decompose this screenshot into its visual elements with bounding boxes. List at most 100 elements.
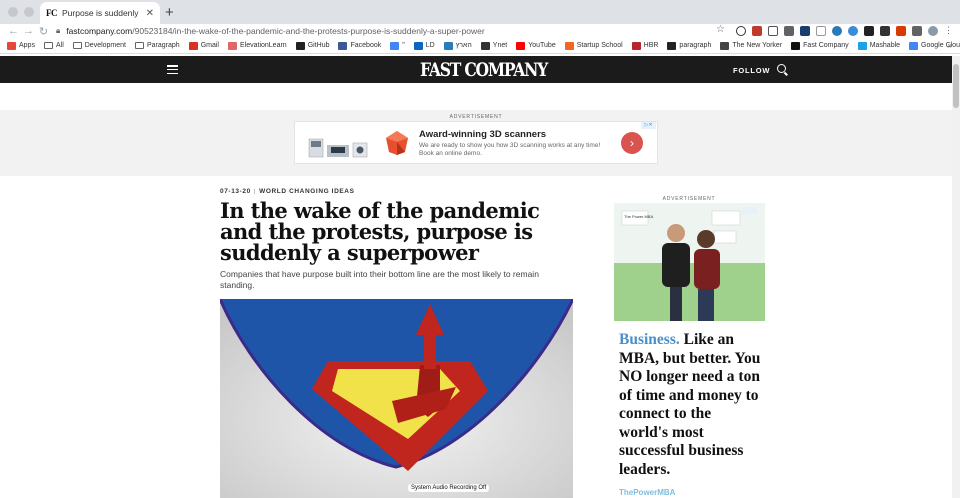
browser-tabstrip: FC Purpose is suddenly a superpo ✕ + — [0, 0, 960, 24]
bookmark-label: Startup School — [576, 42, 623, 49]
site-header: FAST COMPANY FOLLOW — [0, 56, 952, 83]
bookmark-item[interactable]: " — [390, 41, 405, 50]
side-ad-body: Like an MBA, but better. You NO longer n… — [619, 331, 761, 478]
bookmark-item[interactable]: HBR — [631, 41, 659, 50]
bookmark-item[interactable]: הארץ — [443, 41, 472, 50]
newyorker-icon — [720, 41, 730, 50]
ynet-icon — [480, 41, 490, 50]
scanner-product-image — [308, 138, 368, 158]
github-icon — [295, 41, 305, 50]
puzzle-extensions-icon[interactable] — [912, 26, 922, 36]
bookmark-item[interactable]: ElevationLearn — [227, 41, 287, 50]
close-window-button[interactable] — [8, 7, 18, 17]
bookmark-item[interactable]: The New Yorker — [720, 41, 782, 50]
back-arrow-icon[interactable]: ← — [6, 25, 21, 37]
bookmark-item[interactable]: Ynet — [480, 41, 507, 50]
bookmark-label: HBR — [643, 42, 659, 49]
red-extension-icon[interactable] — [752, 26, 762, 36]
bookmark-item[interactable]: Mashable — [857, 41, 901, 50]
translate-icon — [390, 41, 400, 50]
top-ad-banner[interactable]: Award-winning 3D scanners We are ready t… — [294, 121, 658, 164]
folder-icon — [135, 42, 144, 49]
bookmark-label: Paragraph — [147, 42, 180, 49]
bookmark-item[interactable]: Apps — [7, 41, 35, 50]
bookmark-item[interactable]: Startup School — [564, 41, 623, 50]
adchoices-icon[interactable]: ▷✕ — [641, 122, 656, 129]
article-section[interactable]: WORLD CHANGING IDEAS — [259, 188, 354, 195]
bookmark-label: Fast Company — [803, 42, 849, 49]
new-tab-button[interactable]: + — [165, 4, 174, 21]
side-ad-copy: Business. Like an MBA, but better. You N… — [619, 331, 764, 479]
bookmark-item[interactable]: Google Cloud Plat... — [909, 41, 960, 50]
minimize-window-button[interactable] — [24, 7, 34, 17]
bookmark-item[interactable]: YouTube — [516, 41, 556, 50]
side-ad-photo — [614, 203, 765, 321]
search-icon[interactable] — [777, 64, 786, 73]
url-field[interactable]: 🔒︎ fastcompany.com/90523184/in-the-wake-… — [56, 24, 736, 38]
gmail-icon — [188, 41, 198, 50]
folder-icon — [43, 42, 53, 49]
facebook-icon — [338, 41, 348, 50]
block-extension-icon[interactable] — [736, 26, 746, 36]
doc-extension-icon[interactable] — [816, 26, 826, 36]
bookmark-label: Google Cloud Plat... — [921, 42, 960, 49]
scrollbar-thumb[interactable] — [953, 64, 959, 108]
article-date: 07-13-20 — [220, 188, 251, 195]
bookmark-label: Development — [84, 42, 126, 49]
bookmark-item[interactable]: Development — [72, 42, 126, 49]
globe-extension-icon[interactable] — [848, 26, 858, 36]
dark-extension-icon[interactable] — [800, 26, 810, 36]
close-tab-icon[interactable]: ✕ — [146, 8, 154, 19]
bookmark-item[interactable]: paragraph — [667, 41, 711, 50]
hamburger-menu-icon[interactable] — [167, 65, 178, 74]
more-bookmarks-button[interactable]: » — [948, 41, 952, 50]
bookmark-label: YouTube — [528, 42, 556, 49]
bookmark-item[interactable]: Paragraph — [135, 42, 180, 49]
url-host: fastcompany.com — [66, 26, 133, 36]
bookmark-item[interactable]: Gmail — [188, 41, 219, 50]
bookmark-star-icon[interactable]: ☆ — [716, 24, 725, 35]
top-ad-label: ADVERTISEMENT — [449, 114, 503, 120]
side-ad-brand: ThePowerMBA — [619, 488, 676, 497]
blue-extension-icon[interactable] — [832, 26, 842, 36]
article-dek: Companies that have purpose built into t… — [220, 269, 539, 290]
bookmark-label: הארץ — [455, 42, 472, 49]
reload-icon[interactable]: ↻ — [36, 25, 51, 38]
browser-tab-active[interactable]: FC Purpose is suddenly a superpo ✕ — [40, 2, 160, 24]
bookmark-item[interactable]: Facebook — [338, 41, 381, 50]
3d-model-gem-icon — [386, 131, 408, 155]
bookmark-item[interactable]: LD — [413, 41, 435, 50]
page-scrollbar[interactable] — [952, 56, 960, 498]
follow-button[interactable]: FOLLOW — [733, 66, 770, 75]
menu-kebab-icon[interactable]: ⋮ — [944, 26, 953, 36]
bookmark-item[interactable]: Fast Company — [791, 41, 849, 50]
photo-sign-text: The Power MBA — [624, 214, 654, 219]
youtube-icon — [516, 41, 526, 50]
recording-notice: System Audio Recording Off — [408, 484, 490, 492]
bookmark-item[interactable]: All — [43, 42, 64, 49]
profile-avatar-icon[interactable] — [928, 26, 938, 36]
bookmark-label: All — [55, 42, 64, 49]
article-meta: 07-13-20 | WORLD CHANGING IDEAS — [220, 188, 355, 195]
black-extension-icon[interactable] — [864, 26, 874, 36]
linkedin-icon — [413, 41, 423, 50]
side-ad[interactable]: The Power MBA Business. Like an MBA, but… — [614, 203, 765, 498]
mashable-icon — [857, 41, 867, 50]
top-ad-arrow-icon[interactable]: › — [621, 132, 643, 154]
bookmark-label: GitHub — [307, 42, 330, 49]
apps-icon — [7, 41, 16, 50]
forward-arrow-icon[interactable]: → — [21, 25, 36, 37]
folder-icon — [72, 42, 82, 49]
bookmark-label: Mashable — [869, 42, 901, 49]
rocket-extension-icon[interactable] — [784, 26, 794, 36]
privacy-extension-icon[interactable] — [768, 26, 778, 36]
top-ad-description: We are ready to show you how 3D scanning… — [419, 142, 601, 157]
fast-company-logo[interactable]: FAST COMPANY — [420, 59, 548, 81]
tab-title: Purpose is suddenly a superpo — [62, 8, 141, 18]
office-extension-icon[interactable] — [896, 26, 906, 36]
bookmark-label: " — [402, 42, 405, 49]
lock-icon: 🔒︎ — [56, 26, 61, 35]
tag-extension-icon[interactable] — [880, 26, 890, 36]
fastcompany-icon — [791, 41, 801, 50]
bookmark-item[interactable]: GitHub — [295, 41, 330, 50]
